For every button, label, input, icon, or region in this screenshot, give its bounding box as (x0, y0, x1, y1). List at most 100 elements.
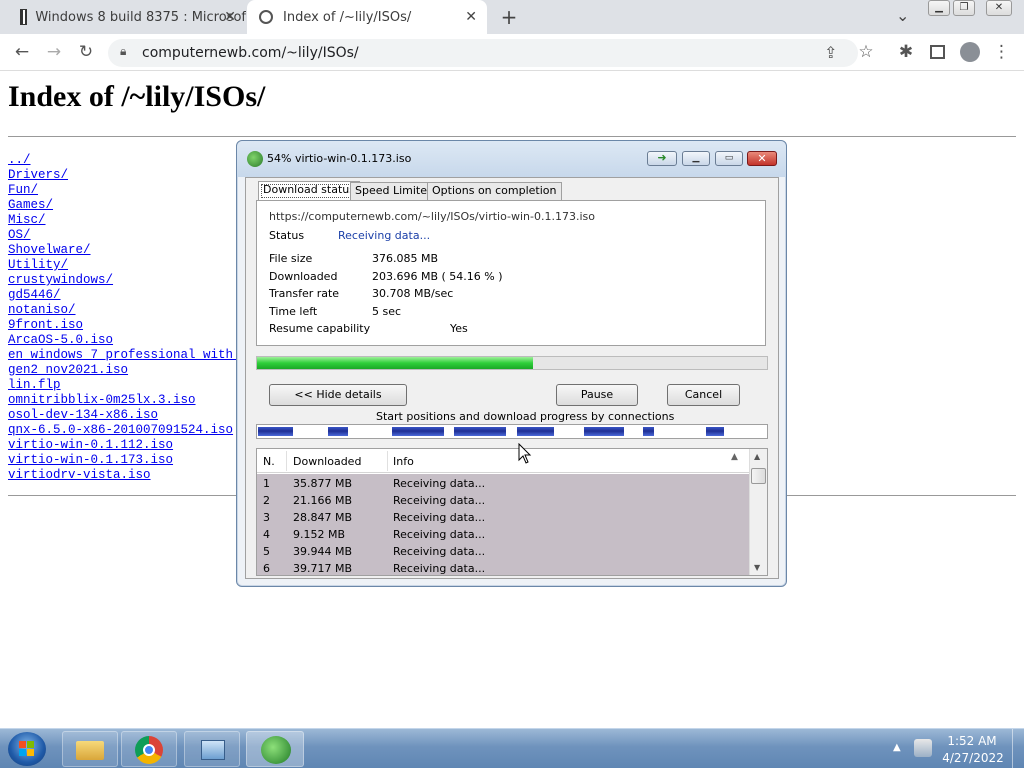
file-link[interactable]: Games/ (8, 198, 236, 213)
file-size-value: 376.085 MB (372, 252, 439, 265)
column-header-n[interactable]: N. (263, 455, 275, 468)
share-icon[interactable]: ⇪ (824, 43, 837, 62)
address-bar[interactable]: 🔒︎ computernewb.com/~lily/ISOs/ ⇪ (108, 39, 858, 67)
extensions-icon[interactable]: ✱ (896, 42, 916, 62)
clock-date[interactable]: 4/27/2022 (940, 751, 1006, 765)
file-link[interactable]: OS/ (8, 228, 236, 243)
minimize-icon[interactable]: ▁ (682, 151, 710, 166)
tab-strip: Windows 8 build 8375 : Microsof ✕ Index … (0, 0, 1024, 34)
file-link[interactable]: omnitribblix-0m25lx.3.iso (8, 393, 236, 408)
clock-time[interactable]: 1:52 AM (944, 734, 1000, 748)
downloaded-value: 203.696 MB ( 54.16 % ) (372, 270, 503, 283)
file-link[interactable]: virtio-win-0.1.112.iso (8, 438, 236, 453)
table-row[interactable]: 2 21.166 MB Receiving data... (257, 492, 749, 509)
top-divider (8, 136, 1016, 137)
connections-progress-bar (256, 424, 768, 439)
archive-icon (20, 9, 28, 25)
taskbar-app-button[interactable] (184, 731, 240, 767)
network-tray-icon[interactable] (914, 739, 932, 757)
connection-segment (258, 427, 293, 436)
scroll-thumb[interactable] (751, 468, 766, 484)
pause-button[interactable]: Pause (556, 384, 638, 406)
row-downloaded: 35.877 MB (293, 477, 353, 490)
tab-windows8[interactable]: Windows 8 build 8375 : Microsof ✕ (8, 0, 246, 34)
table-row[interactable]: 4 9.152 MB Receiving data... (257, 526, 749, 543)
table-row[interactable]: 6 39.717 MB Receiving data... (257, 560, 749, 575)
windows-logo-icon (19, 741, 26, 748)
file-link[interactable]: osol-dev-134-x86.iso (8, 408, 236, 423)
cancel-button[interactable]: Cancel (667, 384, 740, 406)
side-panel-icon[interactable] (930, 45, 945, 59)
tab-download-status[interactable]: Download status (258, 181, 360, 201)
new-tab-button[interactable]: + (498, 6, 520, 28)
file-link[interactable]: Utility/ (8, 258, 236, 273)
reload-icon[interactable]: ↻ (76, 42, 96, 62)
file-link[interactable]: en_windows_7_professional_with_s (8, 348, 236, 363)
minimize-to-tray-icon[interactable]: ➜ (647, 151, 677, 166)
file-link[interactable]: virtio-win-0.1.173.iso (8, 453, 236, 468)
close-window-button[interactable]: ✕ (986, 0, 1012, 16)
tab-options-on-completion[interactable]: Options on completion (427, 182, 562, 200)
browser-toolbar: ← → ↻ 🔒︎ computernewb.com/~lily/ISOs/ ⇪ … (0, 34, 1024, 71)
file-link[interactable]: virtiodrv-vista.iso (8, 468, 236, 483)
start-button[interactable] (8, 732, 46, 766)
connection-segment (392, 427, 444, 436)
transfer-rate-value: 30.708 MB/sec (372, 287, 454, 300)
file-link[interactable]: crustywindows/ (8, 273, 236, 288)
url-text[interactable]: computernewb.com/~lily/ISOs/ (142, 45, 359, 61)
file-link[interactable]: qnx-6.5.0-x86-201007091524.iso (8, 423, 236, 438)
file-link[interactable]: notaniso/ (8, 303, 236, 318)
lock-icon[interactable]: 🔒︎ (120, 44, 126, 59)
tab-speed-limiter[interactable]: Speed Limiter (350, 182, 437, 200)
scroll-up-icon[interactable]: ▲ (754, 452, 760, 461)
row-number: 5 (263, 545, 270, 558)
file-link[interactable]: Drivers/ (8, 168, 236, 183)
profile-avatar[interactable] (960, 42, 980, 62)
chrome-icon-center (143, 744, 155, 756)
menu-kebab-icon[interactable]: ⋮ (993, 42, 1010, 62)
scroll-down-icon[interactable]: ▼ (754, 563, 760, 572)
maximize-icon[interactable]: ▭ (715, 151, 743, 166)
column-header-info[interactable]: Info (393, 455, 414, 468)
restore-window-button[interactable]: ❐ (953, 0, 975, 16)
file-link[interactable]: Fun/ (8, 183, 236, 198)
download-status-panel: https://computernewb.com/~lily/ISOs/virt… (256, 200, 766, 346)
taskbar-explorer-button[interactable] (62, 731, 118, 767)
show-hidden-icons[interactable]: ▲ (893, 742, 901, 753)
download-dialog: 54% virtio-win-0.1.173.iso ➜ ▁ ▭ ✕ Downl… (236, 140, 787, 587)
back-icon[interactable]: ← (12, 42, 32, 62)
table-row[interactable]: 3 28.847 MB Receiving data... (257, 509, 749, 526)
minimize-window-button[interactable]: ▁ (928, 0, 950, 16)
dialog-titlebar[interactable]: 54% virtio-win-0.1.173.iso ➜ ▁ ▭ ✕ (237, 141, 786, 177)
connection-segment (454, 427, 506, 436)
close-icon[interactable]: ✕ (747, 151, 777, 166)
file-link[interactable]: ../ (8, 153, 236, 168)
windows-logo-part (27, 749, 34, 756)
forward-icon[interactable]: → (44, 42, 64, 62)
table-row[interactable]: 1 35.877 MB Receiving data... (257, 475, 749, 492)
show-desktop-button[interactable] (1012, 729, 1024, 768)
tab-search-button[interactable]: ⌄ (896, 6, 914, 26)
column-header-downloaded[interactable]: Downloaded (293, 455, 361, 468)
file-link[interactable]: Shovelware/ (8, 243, 236, 258)
connection-segment (706, 427, 724, 436)
file-link[interactable]: lin.flp (8, 378, 236, 393)
file-link[interactable]: Misc/ (8, 213, 236, 228)
hide-details-button[interactable]: << Hide details (269, 384, 407, 406)
file-size-label: File size (269, 252, 313, 265)
file-link[interactable]: gen2_nov2021.iso (8, 363, 236, 378)
file-link[interactable]: ArcaOS-5.0.iso (8, 333, 236, 348)
file-link[interactable]: gd5446/ (8, 288, 236, 303)
windows-logo-part (19, 749, 26, 756)
file-link[interactable]: 9front.iso (8, 318, 236, 333)
table-scrollbar[interactable]: ▲ ▼ (749, 449, 767, 575)
tab-title: Windows 8 build 8375 : Microsof (35, 9, 246, 25)
table-row[interactable]: 5 39.944 MB Receiving data... (257, 543, 749, 560)
row-downloaded: 39.944 MB (293, 545, 353, 558)
close-tab-icon[interactable]: ✕ (465, 9, 477, 25)
bookmark-star-icon[interactable]: ☆ (856, 42, 876, 62)
tab-index-isos[interactable]: Index of /~lily/ISOs/ ✕ (247, 0, 487, 34)
close-tab-icon[interactable]: ✕ (224, 9, 236, 25)
taskbar-chrome-button[interactable] (121, 731, 177, 767)
taskbar-idm-button[interactable] (246, 731, 304, 767)
